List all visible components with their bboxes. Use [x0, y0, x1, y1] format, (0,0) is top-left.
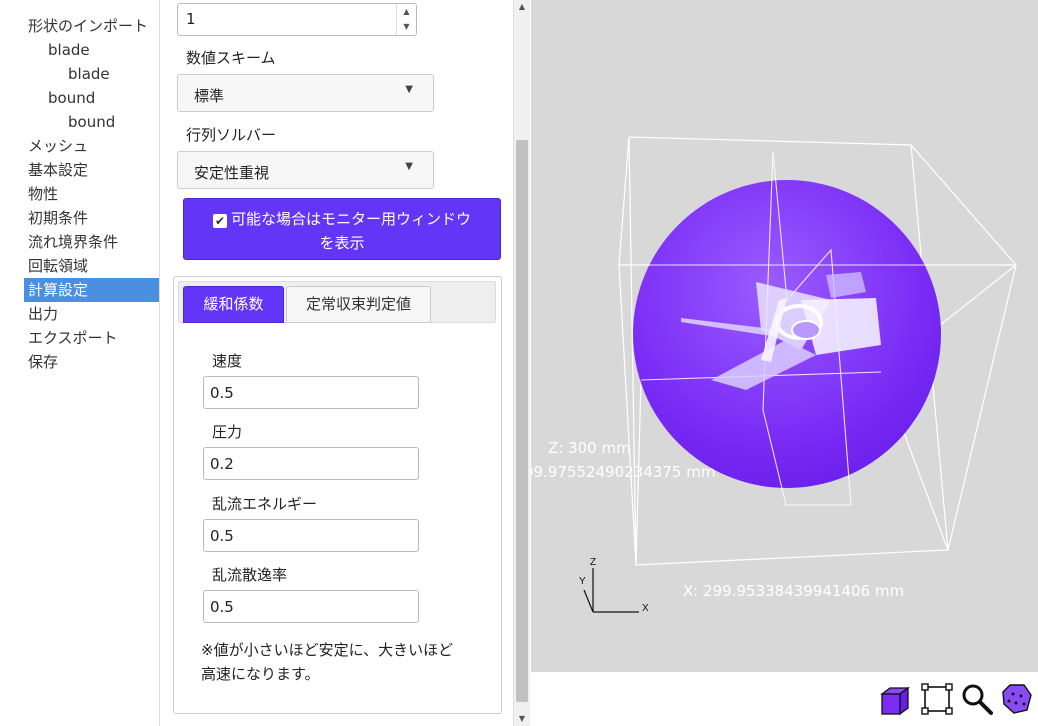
scheme-dropdown[interactable]: 標準 ▼ [177, 74, 434, 112]
spinner-up-icon[interactable]: ▲ [397, 4, 416, 19]
solver-label: 行列ソルバー [186, 126, 277, 144]
tree-item[interactable]: 流れ境界条件 [24, 230, 159, 254]
tree-item[interactable]: 保存 [24, 350, 159, 374]
velocity-label: 速度 [212, 352, 243, 370]
zoom-icon[interactable] [960, 682, 994, 716]
navigation-tree: 形状のインポート blade blade bound bound メッシュ 基本設定 物性 初期… [0, 0, 160, 726]
stability-note: ※値が小さいほど安定に、大きいほど 高速になります。 [201, 638, 481, 686]
tree-item[interactable]: bound [24, 110, 159, 134]
tab-bar: 緩和係数 定常収束判定値 [178, 281, 496, 323]
dissipation-label: 乱流散逸率 [212, 566, 288, 584]
viewer-toolbar [531, 672, 1038, 726]
model-canvas[interactable]: Z Y X [531, 0, 1038, 672]
scheme-value: 標準 [194, 87, 225, 105]
tree-item[interactable]: 初期条件 [24, 206, 159, 230]
solid-view-icon[interactable] [878, 682, 912, 716]
tree-item[interactable]: エクスポート [24, 326, 159, 350]
axis-y-label: Y [579, 576, 586, 587]
scroll-up-icon[interactable]: ▲ [514, 0, 530, 14]
monitor-label-line2: を表示 [319, 234, 365, 252]
tree-item[interactable]: 物性 [24, 182, 159, 206]
axis-z-label: Z [590, 557, 596, 568]
pressure-input[interactable] [203, 447, 419, 480]
point-cloud-view-icon[interactable] [1000, 682, 1034, 716]
panel-scrollbar[interactable]: ▲ ▼ [513, 0, 530, 726]
iteration-spinner[interactable]: 1 ▲ ▼ [177, 3, 417, 36]
tree-item[interactable]: 出力 [24, 302, 159, 326]
tree-item[interactable]: blade [24, 38, 159, 62]
tree-item[interactable]: blade [24, 62, 159, 86]
pressure-label: 圧力 [212, 423, 243, 441]
scroll-thumb[interactable] [516, 140, 528, 702]
tree-item[interactable]: メッシュ [24, 134, 159, 158]
tree-item[interactable]: 計算設定 [24, 278, 159, 302]
scheme-label: 数値スキーム [186, 49, 276, 67]
y-dimension-label: 99.97552490234375 mm [531, 463, 716, 481]
checkbox-checked-icon[interactable]: ✔ [212, 214, 227, 228]
z-dimension-label: Z: 300 mm [548, 439, 631, 457]
tke-label: 乱流エネルギー [212, 495, 318, 513]
tree-item[interactable]: 基本設定 [24, 158, 159, 182]
chevron-down-icon: ▼ [405, 84, 413, 95]
spinner-down-icon[interactable]: ▼ [397, 19, 416, 34]
velocity-input[interactable] [203, 376, 419, 409]
settings-panel: 1 ▲ ▼ 数値スキーム 標準 ▼ 行列ソルバー 安定性重視 ▼ ✔ 可能な場合は… [161, 0, 513, 726]
solver-value: 安定性重視 [194, 164, 270, 182]
dissipation-input[interactable] [203, 590, 419, 623]
coefficient-box: 緩和係数 定常収束判定値 速度 圧力 乱流エネルギー 乱流散逸率 ※値が小さいほ… [173, 276, 502, 714]
tke-input[interactable] [203, 519, 419, 552]
axis-x-label: X [642, 603, 649, 614]
axis-triad [583, 568, 639, 613]
tree-item[interactable]: 形状のインポート [24, 14, 159, 38]
note-line2: 高速になります。 [201, 665, 320, 683]
tab-relaxation[interactable]: 緩和係数 [183, 286, 284, 323]
fit-view-icon[interactable] [920, 682, 954, 716]
scroll-down-icon[interactable]: ▼ [514, 712, 530, 726]
solver-dropdown[interactable]: 安定性重視 ▼ [177, 151, 434, 189]
tree-item[interactable]: 回転領域 [24, 254, 159, 278]
monitor-label-line1: 可能な場合はモニター用ウィンドウ [230, 210, 471, 228]
note-line1: ※値が小さいほど安定に、大きいほど [201, 641, 454, 659]
tree-item[interactable]: bound [24, 86, 159, 110]
spinner-value[interactable]: 1 [186, 10, 196, 28]
chevron-down-icon: ▼ [405, 161, 413, 172]
monitor-window-toggle[interactable]: ✔ 可能な場合はモニター用ウィンドウ を表示 [183, 198, 501, 260]
3d-viewport[interactable]: Z Y X Z: 300 mm 99.97552490234375 mm X: … [531, 0, 1038, 672]
x-dimension-label: X: 299.95338439941406 mm [683, 582, 905, 600]
tab-residual[interactable]: 定常収束判定値 [286, 286, 431, 323]
